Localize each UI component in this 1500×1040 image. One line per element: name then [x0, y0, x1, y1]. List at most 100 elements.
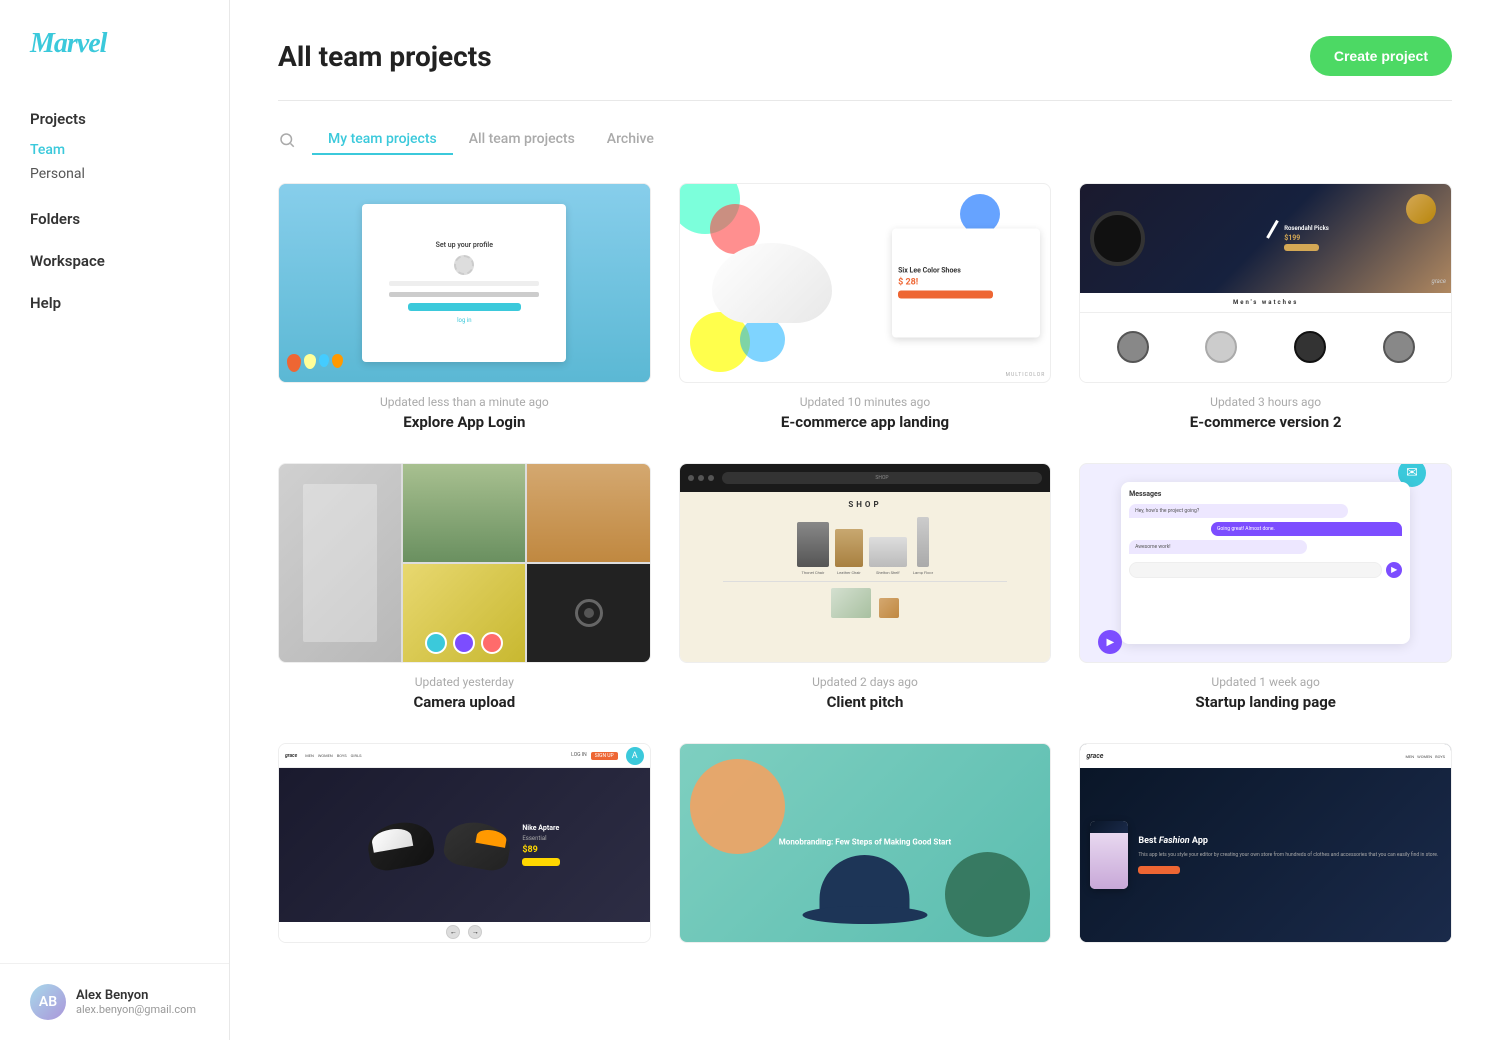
sidebar-item-workspace[interactable]: Workspace	[30, 252, 199, 270]
nike-header: grace MEN WOMEN BOYS GIRLS LOG IN SIGN U…	[279, 744, 650, 768]
project-card-mono[interactable]: Monobranding: Few Steps of Making Good S…	[679, 743, 1052, 955]
project-name-collage: Camera upload	[278, 693, 651, 711]
nav-avatar: A	[626, 747, 644, 765]
create-project-button[interactable]: Create project	[1310, 36, 1452, 76]
projects-grid: Set up your profile log in Updated less …	[278, 183, 1452, 955]
fashion-cta-btn	[1138, 866, 1180, 874]
chair-label: Thonet Chair	[801, 570, 824, 575]
fashion-nav-1: MEN	[1406, 754, 1415, 759]
watch-price: $199	[1284, 234, 1329, 242]
sidebar-item-help[interactable]: Help	[30, 294, 199, 312]
mock-button	[408, 303, 521, 311]
project-name-explore: Explore App Login	[278, 413, 651, 431]
project-name-watches: E-commerce version 2	[1079, 413, 1452, 431]
search-icon	[278, 131, 296, 149]
nav-women: WOMEN	[318, 753, 333, 758]
main-content: All team projects Create project My team…	[230, 0, 1500, 1040]
project-updated-collage: Updated yesterday	[278, 675, 651, 689]
project-thumbnail-ecommerce: Six Lee Color Shoes $ 28! MULTICOLOR	[679, 183, 1052, 383]
nike-brand: Nike Aptare	[522, 824, 560, 832]
play-button: ▶	[1098, 630, 1122, 654]
projects-section-label: Projects	[30, 110, 199, 128]
shop-header: SHOP	[680, 464, 1051, 492]
message-card: Messages Hey, how's the project going? G…	[1121, 482, 1410, 644]
project-name-startup: Startup landing page	[1079, 693, 1452, 711]
fashion-header-bar: grace MEN WOMEN BOYS	[1080, 744, 1451, 768]
brand-grace: grace	[1432, 278, 1446, 285]
reply-row: ▶	[1129, 562, 1402, 578]
collage-avatars	[279, 632, 650, 654]
project-name-ecommerce: E-commerce app landing	[679, 413, 1052, 431]
project-updated-shop: Updated 2 days ago	[679, 675, 1052, 689]
nike-logo-grace: grace	[285, 753, 297, 759]
mono-hat	[802, 855, 927, 924]
project-thumbnail-shop: SHOP SHOP Thonet Chair Leather Chair	[679, 463, 1052, 663]
msg-bubble-1: Hey, how's the project going?	[1129, 504, 1347, 518]
avatar[interactable]: AB	[30, 984, 66, 1020]
nav-boys: BOYS	[337, 753, 347, 758]
mock-title: Set up your profile	[436, 241, 493, 249]
header-divider	[278, 100, 1452, 101]
nike-buy-btn	[522, 858, 560, 866]
fashion-title-text: Best Fashion App	[1138, 836, 1441, 848]
nav-login: LOG IN	[571, 752, 587, 760]
project-updated-explore: Updated less than a minute ago	[278, 395, 651, 409]
shoe-price: $ 28!	[898, 278, 1034, 288]
mono-headline: Monobranding: Few Steps of Making Good S…	[735, 836, 994, 847]
nav-girls: GIRLS	[351, 753, 362, 758]
brand-label: MULTICOLOR	[1006, 372, 1046, 378]
project-card-client-pitch[interactable]: SHOP SHOP Thonet Chair Leather Chair	[679, 463, 1052, 711]
shelf-label: Shelton Shelf	[876, 570, 900, 575]
user-info: Alex Benyon alex.benyon@gmail.com	[76, 988, 196, 1016]
avatar-image: AB	[30, 984, 66, 1020]
search-button[interactable]	[278, 131, 296, 149]
shoe-card-title: Six Lee Color Shoes	[898, 267, 1034, 275]
tabs-row: My team projects All team projects Archi…	[278, 125, 1452, 155]
sidebar: Marvel Projects Team Personal Folders Wo…	[0, 0, 230, 1040]
msg-bubble-2: Going great! Almost done.	[1211, 522, 1402, 536]
project-card-ecommerce-v2[interactable]: grace Rosendahl Picks $199 Men's watches	[1079, 183, 1452, 431]
shoe-info: Nike Aptare Essential $89	[522, 824, 560, 866]
project-card-explore-app-login[interactable]: Set up your profile log in Updated less …	[278, 183, 651, 431]
project-card-startup[interactable]: ✉ Messages Hey, how's the project going?…	[1079, 463, 1452, 711]
project-card-nike[interactable]: grace MEN WOMEN BOYS GIRLS LOG IN SIGN U…	[278, 743, 651, 955]
project-updated-startup: Updated 1 week ago	[1079, 675, 1452, 689]
tab-my-team-projects[interactable]: My team projects	[312, 125, 453, 155]
fashion-nav-2: WOMEN	[1417, 754, 1432, 759]
nike-model: Essential	[522, 835, 560, 842]
sidebar-item-folders[interactable]: Folders	[30, 210, 199, 228]
mock-link: log in	[457, 317, 472, 324]
tab-archive[interactable]: Archive	[591, 125, 670, 155]
project-thumbnail-mono: Monobranding: Few Steps of Making Good S…	[679, 743, 1052, 943]
fashion-content: Best Fashion App This app lets you style…	[1138, 836, 1441, 873]
project-thumbnail-watches: grace Rosendahl Picks $199 Men's watches	[1079, 183, 1452, 383]
shoe-left	[368, 823, 433, 868]
project-thumbnail-nike: grace MEN WOMEN BOYS GIRLS LOG IN SIGN U…	[278, 743, 651, 943]
sidebar-item-personal[interactable]: Personal	[30, 162, 199, 186]
project-thumbnail-collage	[278, 463, 651, 663]
project-updated-watches: Updated 3 hours ago	[1079, 395, 1452, 409]
sidebar-item-team[interactable]: Team	[30, 138, 199, 162]
user-name: Alex Benyon	[76, 988, 196, 1003]
project-card-ecommerce-landing[interactable]: Six Lee Color Shoes $ 28! MULTICOLOR Upd…	[679, 183, 1052, 431]
logo-area: Marvel	[0, 0, 229, 80]
shoe-card: Six Lee Color Shoes $ 28!	[892, 229, 1040, 338]
page-title: All team projects	[278, 40, 492, 73]
shop-name: SHOP	[848, 500, 881, 509]
project-card-fashion[interactable]: grace MEN WOMEN BOYS Best Fashion App Th…	[1079, 743, 1452, 955]
fashion-body: Best Fashion App This app lets you style…	[1080, 768, 1451, 942]
fashion-desc: This app lets you style your editor by c…	[1138, 852, 1441, 860]
project-thumbnail-fashion: grace MEN WOMEN BOYS Best Fashion App Th…	[1079, 743, 1452, 943]
page-header: All team projects Create project	[278, 36, 1452, 76]
nike-body: Nike Aptare Essential $89	[279, 768, 650, 922]
project-card-camera-upload[interactable]: Updated yesterday Camera upload	[278, 463, 651, 711]
app-logo: Marvel	[30, 28, 106, 59]
mock-input-2	[389, 292, 539, 297]
nike-price: $89	[522, 845, 560, 855]
fashion-nav-3: BOYS	[1435, 754, 1445, 759]
nav-men: MEN	[305, 753, 314, 758]
mens-watches-label: Men's watches	[1233, 299, 1298, 306]
tab-all-team-projects[interactable]: All team projects	[453, 125, 591, 155]
mono-text: Monobranding: Few Steps of Making Good S…	[735, 836, 994, 847]
nike-footer: ← →	[279, 922, 650, 942]
